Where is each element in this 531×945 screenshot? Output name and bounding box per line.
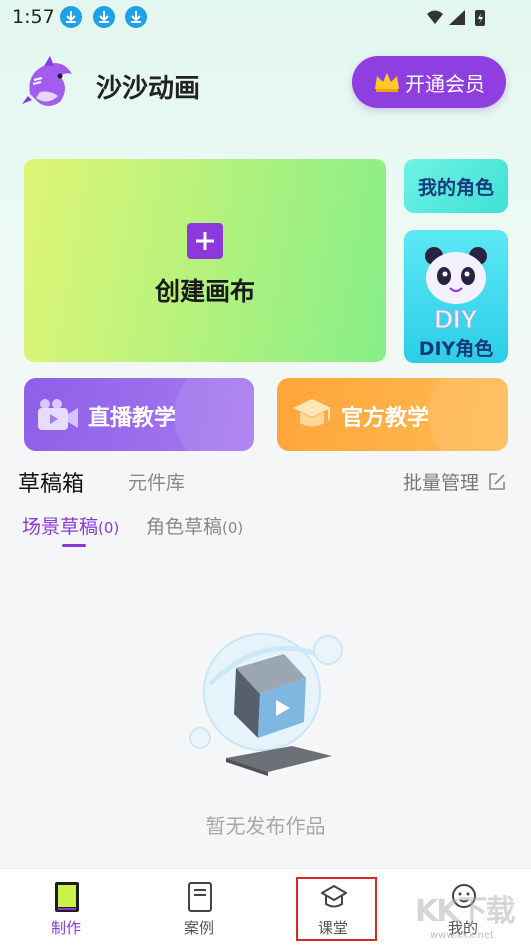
active-subtab-indicator <box>62 544 86 547</box>
download-icon <box>93 6 115 28</box>
nav-item-make[interactable]: 制作 <box>16 869 116 945</box>
status-bar: 1:57 <box>0 0 531 36</box>
nav-label-cases: 案例 <box>183 919 214 937</box>
card-decoration <box>174 378 254 451</box>
live-teaching-card[interactable]: 直播教学 <box>24 378 254 451</box>
status-time: 1:57 <box>12 6 55 28</box>
draft-subtabs: 场景草稿(0) 角色草稿(0) <box>0 512 531 552</box>
subtab-scene-drafts[interactable]: 场景草稿(0) <box>22 512 119 539</box>
app-name: 沙沙动画 <box>96 74 201 104</box>
diy-role-card[interactable]: DIY DIY角色 <box>404 230 508 363</box>
watermark-url: www.kkx.net <box>430 930 494 941</box>
content-tabs: 草稿箱 元件库 批量管理 <box>0 466 531 500</box>
highlight-annotation <box>296 877 377 941</box>
tablet-icon <box>55 882 79 912</box>
batch-manage-label: 批量管理 <box>402 472 479 494</box>
batch-manage-button[interactable]: 批量管理 <box>403 468 507 495</box>
document-icon <box>188 882 212 912</box>
card-decoration <box>428 378 508 451</box>
download-icon <box>60 6 82 28</box>
watermark: KK下载 <box>415 894 515 929</box>
graduation-cap-icon <box>293 399 331 427</box>
subtab-role-label: 角色草稿 <box>146 516 223 538</box>
diy-role-label: DIY角色 <box>418 338 494 360</box>
download-icon <box>125 6 147 28</box>
create-canvas-label: 创建画布 <box>154 277 255 306</box>
nav-item-cases[interactable]: 案例 <box>149 869 249 945</box>
vip-button-label: 开通会员 <box>405 71 485 96</box>
empty-box-illustration <box>189 633 343 776</box>
my-role-card[interactable]: 我的角色 <box>404 159 508 213</box>
create-canvas-card[interactable]: 创建画布 <box>24 159 386 362</box>
shark-logo-icon <box>22 56 73 106</box>
official-teaching-card[interactable]: 官方教学 <box>277 378 508 451</box>
my-role-label: 我的角色 <box>417 176 494 199</box>
edit-icon <box>489 472 505 490</box>
diy-art-text: DIY <box>434 304 477 334</box>
nav-label-make: 制作 <box>50 919 81 937</box>
live-teaching-label: 直播教学 <box>88 406 177 431</box>
subtab-role-drafts[interactable]: 角色草稿(0) <box>146 512 243 539</box>
tab-library[interactable]: 元件库 <box>128 468 185 495</box>
plus-icon <box>187 223 223 259</box>
vip-button[interactable]: 开通会员 <box>352 56 506 108</box>
subtab-scene-count: (0) <box>98 519 120 537</box>
panda-icon: DIY <box>425 247 487 334</box>
tab-drafts[interactable]: 草稿箱 <box>18 466 84 498</box>
subtab-role-count: (0) <box>222 519 244 537</box>
signal-wifi-battery-icon <box>427 10 485 26</box>
crown-icon <box>375 73 399 92</box>
app-header: 沙沙动画 开通会员 <box>0 52 531 116</box>
video-camera-icon <box>38 399 78 430</box>
official-teaching-label: 官方教学 <box>341 406 430 431</box>
empty-state-text: 暂无发布作品 <box>205 814 326 838</box>
subtab-scene-label: 场景草稿 <box>22 516 99 538</box>
